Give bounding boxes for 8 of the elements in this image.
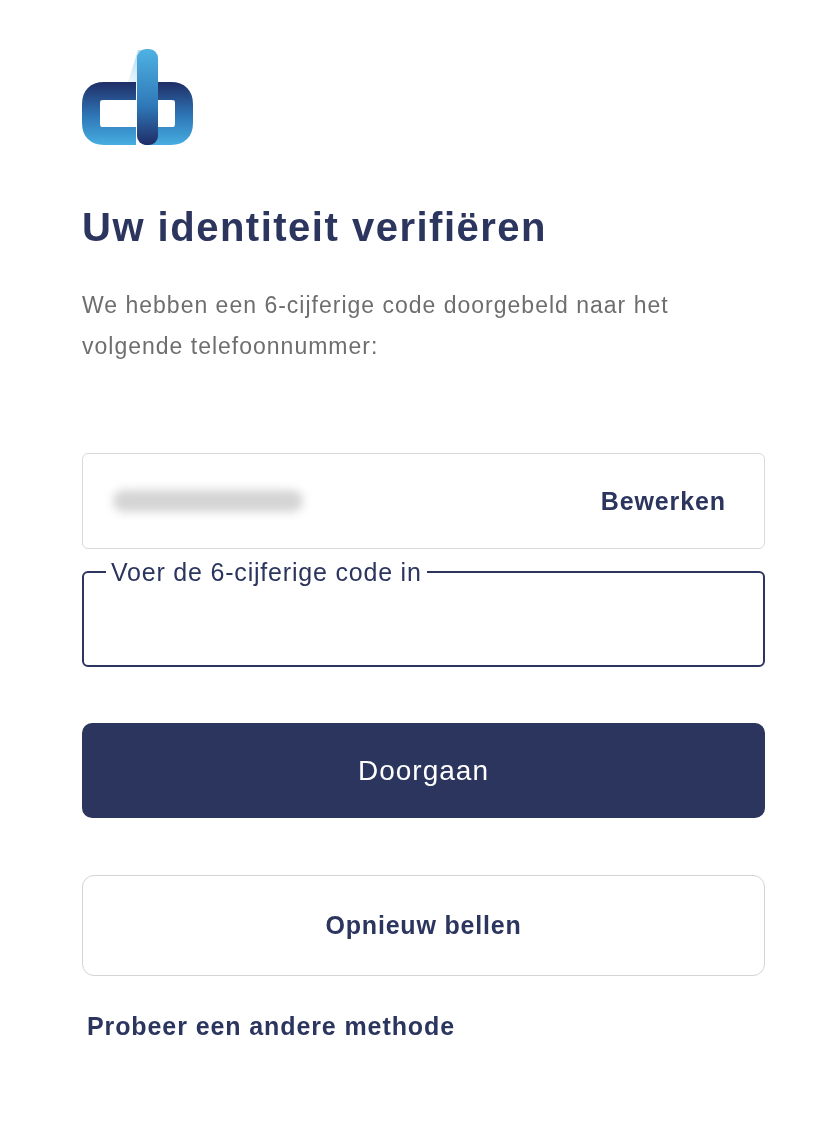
other-method-link[interactable]: Probeer een andere methode xyxy=(87,1011,455,1041)
logo-icon xyxy=(82,48,194,146)
code-input-field[interactable]: Voer de 6-cijferige code in xyxy=(82,559,765,667)
page-heading: Uw identiteit verifiëren xyxy=(82,204,547,251)
continue-button[interactable]: Doorgaan xyxy=(82,723,765,818)
description-text: We hebben een 6-cijferige code doorgebeld naar het volgende telefoonnummer: xyxy=(82,291,670,361)
call-again-button[interactable]: Opnieuw bellen xyxy=(82,875,765,976)
edit-button[interactable]: Bewerken xyxy=(600,486,726,516)
